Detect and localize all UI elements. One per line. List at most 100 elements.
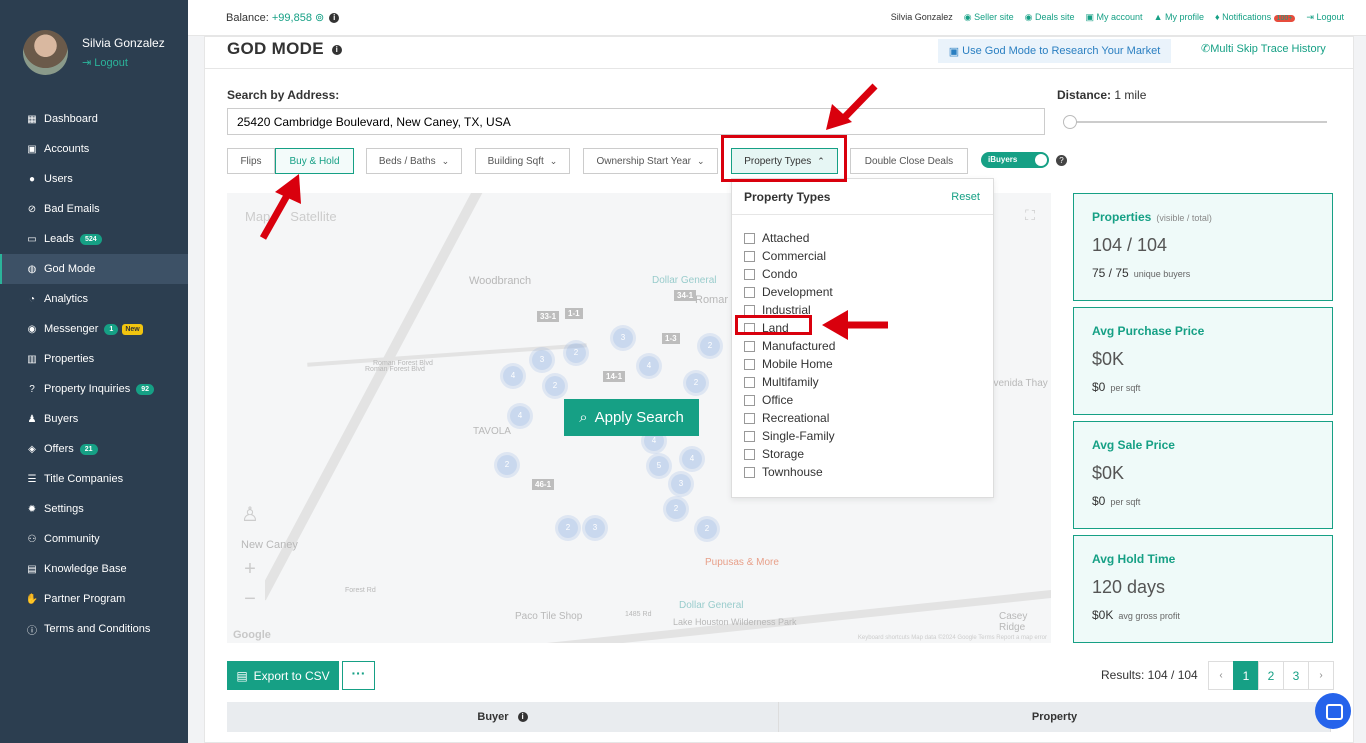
- map-cluster[interactable]: 4: [510, 406, 530, 426]
- topnav-user[interactable]: Silvia Gonzalez: [891, 12, 953, 23]
- map-cluster[interactable]: 2: [666, 499, 686, 519]
- map-cluster[interactable]: 2: [697, 519, 717, 539]
- property-type-option-attached[interactable]: Attached: [744, 229, 993, 247]
- avatar[interactable]: [23, 30, 68, 75]
- column-header-buyer[interactable]: Buyer i: [227, 702, 779, 732]
- property-type-option-storage[interactable]: Storage: [744, 445, 993, 463]
- info-icon[interactable]: i: [329, 13, 340, 24]
- map-marker[interactable]: 33-1: [537, 311, 560, 322]
- map-cluster[interactable]: 2: [686, 373, 706, 393]
- sidebar-item-users[interactable]: ● Users: [0, 164, 188, 194]
- sidebar-item-accounts[interactable]: ▣ Accounts: [0, 134, 188, 164]
- zoom-in-button[interactable]: +: [235, 555, 265, 585]
- sidebar-item-leads[interactable]: ▭ Leads 524: [0, 224, 188, 254]
- sidebar-item-analytics[interactable]: ◔ Analytics: [0, 284, 188, 314]
- sidebar-item-bad-emails[interactable]: ⊘ Bad Emails: [0, 194, 188, 224]
- checkbox[interactable]: [744, 250, 755, 262]
- map-marker[interactable]: 1-1: [565, 308, 583, 319]
- topnav-deals-site[interactable]: ◉ Deals site: [1025, 12, 1075, 23]
- map-cluster[interactable]: 4: [682, 449, 702, 469]
- ibuyers-toggle[interactable]: iBuyers: [981, 152, 1049, 168]
- info-icon[interactable]: i: [517, 712, 528, 723]
- map-marker[interactable]: 1-3: [662, 333, 680, 344]
- property-type-option-commercial[interactable]: Commercial: [744, 247, 993, 265]
- topnav-my-profile[interactable]: ▲ My profile: [1154, 12, 1204, 23]
- distance-slider-handle[interactable]: [1063, 115, 1077, 129]
- sidebar-item-dashboard[interactable]: ▦ Dashboard: [0, 104, 188, 134]
- map-cluster[interactable]: 2: [700, 336, 720, 356]
- sidebar-item-title-companies[interactable]: ☰ Title Companies: [0, 464, 188, 494]
- topnav-notifications[interactable]: ♦ Notifications 100+: [1215, 12, 1296, 23]
- info-icon[interactable]: i: [331, 44, 342, 55]
- checkbox[interactable]: [744, 232, 755, 244]
- map-marker[interactable]: 34-1: [674, 290, 697, 301]
- map-cluster[interactable]: 2: [497, 455, 517, 475]
- map-cluster[interactable]: 2: [566, 343, 586, 363]
- skip-trace-history-link[interactable]: ✆Multi Skip Trace History: [1201, 42, 1326, 55]
- research-market-button[interactable]: ▣ Use God Mode to Research Your Market: [938, 39, 1171, 63]
- sidebar-item-buyers[interactable]: ♟ Buyers: [0, 404, 188, 434]
- topnav-my-account[interactable]: ▣ My account: [1086, 12, 1143, 23]
- property-type-option-condo[interactable]: Condo: [744, 265, 993, 283]
- map-cluster[interactable]: 5: [649, 456, 669, 476]
- double-close-deals-button[interactable]: Double Close Deals: [850, 148, 968, 174]
- property-type-option-development[interactable]: Development: [744, 283, 993, 301]
- sidebar-item-properties[interactable]: ▥ Properties: [0, 344, 188, 374]
- map-marker[interactable]: 14-1: [603, 371, 626, 382]
- map-cluster[interactable]: 3: [532, 350, 552, 370]
- property-type-option-office[interactable]: Office: [744, 391, 993, 409]
- checkbox[interactable]: [744, 412, 755, 424]
- beds-baths-dropdown[interactable]: Beds / Baths ⌄: [366, 148, 462, 174]
- export-csv-button[interactable]: ▤ Export to CSV: [227, 661, 339, 690]
- checkbox[interactable]: [744, 286, 755, 298]
- checkbox[interactable]: [744, 466, 755, 478]
- sidebar-item-settings[interactable]: ✹ Settings: [0, 494, 188, 524]
- map-cluster[interactable]: 3: [585, 518, 605, 538]
- ownership-start-year-dropdown[interactable]: Ownership Start Year ⌄: [583, 148, 718, 174]
- property-type-option-single-family[interactable]: Single-Family: [744, 427, 993, 445]
- sidebar-item-knowledge-base[interactable]: ▤ Knowledge Base: [0, 554, 188, 584]
- apply-search-button[interactable]: ⌕ Apply Search: [564, 399, 699, 436]
- map-cluster[interactable]: 2: [558, 518, 578, 538]
- sidebar-item-god-mode[interactable]: ◍ God Mode: [0, 254, 188, 284]
- building-sqft-dropdown[interactable]: Building Sqft ⌄: [475, 148, 570, 174]
- chat-widget-button[interactable]: [1315, 693, 1351, 729]
- checkbox[interactable]: [744, 340, 755, 352]
- sidebar-item-messenger[interactable]: ◉ Messenger 1 New: [0, 314, 188, 344]
- property-type-option-multifamily[interactable]: Multifamily: [744, 373, 993, 391]
- sidebar-item-partner-program[interactable]: ✋ Partner Program: [0, 584, 188, 614]
- checkbox[interactable]: [744, 448, 755, 460]
- map-cluster[interactable]: 3: [613, 328, 633, 348]
- street-view-pegman-icon[interactable]: ♙: [235, 501, 265, 531]
- topnav-seller-site[interactable]: ◉ Seller site: [964, 12, 1014, 23]
- sidebar-logout-link[interactable]: ⇥ Logout: [82, 56, 165, 69]
- page-button-3[interactable]: 3: [1283, 661, 1309, 690]
- map-cluster[interactable]: 2: [545, 376, 565, 396]
- topnav-logout[interactable]: ⇥ Logout: [1306, 12, 1344, 23]
- sidebar-item-community[interactable]: ⚇ Community: [0, 524, 188, 554]
- map-cluster[interactable]: 4: [503, 366, 523, 386]
- checkbox[interactable]: [744, 430, 755, 442]
- sidebar-item-offers[interactable]: ◈ Offers 21: [0, 434, 188, 464]
- map-cluster[interactable]: 3: [671, 474, 691, 494]
- property-type-option-mobile-home[interactable]: Mobile Home: [744, 355, 993, 373]
- zoom-out-button[interactable]: −: [235, 585, 265, 615]
- checkbox[interactable]: [744, 376, 755, 388]
- column-header-property[interactable]: Property: [779, 702, 1331, 732]
- next-page-button[interactable]: ›: [1308, 661, 1334, 690]
- help-icon[interactable]: ?: [1056, 155, 1067, 166]
- checkbox[interactable]: [744, 304, 755, 316]
- page-button-2[interactable]: 2: [1258, 661, 1284, 690]
- page-button-1[interactable]: 1: [1233, 661, 1259, 690]
- sidebar-item-terms-and-conditions[interactable]: ⓘ Terms and Conditions: [0, 614, 188, 644]
- property-type-option-recreational[interactable]: Recreational: [744, 409, 993, 427]
- checkbox[interactable]: [744, 268, 755, 280]
- checkbox[interactable]: [744, 358, 755, 370]
- more-options-button[interactable]: ···: [342, 661, 375, 690]
- checkbox[interactable]: [744, 394, 755, 406]
- reset-link[interactable]: Reset: [951, 191, 980, 203]
- fullscreen-icon[interactable]: ⛶: [1015, 201, 1045, 231]
- sidebar-item-property-inquiries[interactable]: ? Property Inquiries 92: [0, 374, 188, 404]
- prev-page-button[interactable]: ‹: [1208, 661, 1234, 690]
- distance-slider-track[interactable]: [1065, 121, 1327, 123]
